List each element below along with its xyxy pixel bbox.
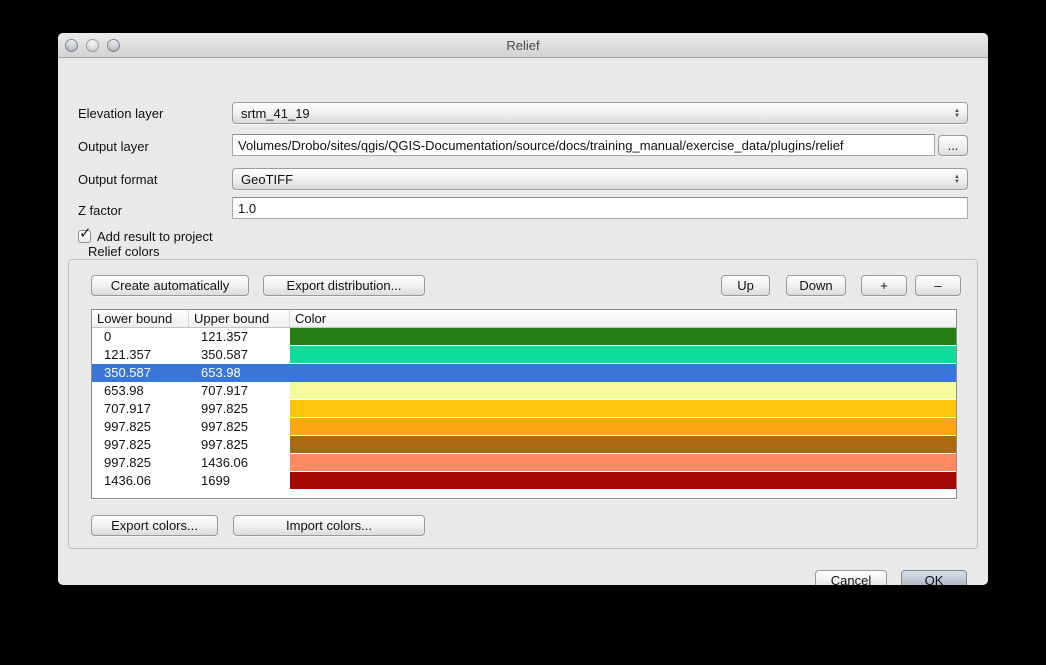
add-result-checkbox-label: Add result to project: [97, 229, 213, 244]
cell-upper-bound[interactable]: 997.825: [189, 400, 290, 418]
relief-dialog: Relief Elevation layer srtm_41_19 ▲▼ Out…: [58, 33, 988, 585]
cell-upper-bound[interactable]: 997.825: [189, 436, 290, 454]
cell-lower-bound[interactable]: 997.825: [92, 454, 189, 472]
cell-color[interactable]: [290, 418, 956, 436]
cell-color[interactable]: [290, 346, 956, 364]
cell-lower-bound[interactable]: 653.98: [92, 382, 189, 400]
cell-color[interactable]: [290, 382, 956, 400]
relief-colors-groupbox: Create automatically Export distribution…: [68, 259, 978, 549]
chevron-up-down-icon: ▲▼: [954, 104, 960, 123]
elevation-layer-value: srtm_41_19: [241, 106, 310, 121]
header-color[interactable]: Color: [290, 310, 956, 327]
cell-color[interactable]: [290, 472, 956, 490]
cell-upper-bound[interactable]: 1436.06: [189, 454, 290, 472]
table-row[interactable]: 121.357350.587: [92, 346, 956, 364]
create-automatically-button[interactable]: Create automatically: [91, 275, 249, 296]
color-swatch[interactable]: [290, 436, 956, 453]
add-result-checkbox[interactable]: ✓ Add result to project: [78, 229, 213, 244]
table-row[interactable]: 997.825997.825: [92, 418, 956, 436]
color-swatch[interactable]: [290, 472, 956, 489]
table-row[interactable]: 1436.061699: [92, 472, 956, 490]
elevation-layer-select[interactable]: srtm_41_19 ▲▼: [232, 102, 968, 124]
remove-row-button[interactable]: –: [915, 275, 961, 296]
output-layer-label: Output layer: [78, 139, 149, 154]
cell-color[interactable]: [290, 436, 956, 454]
table-header-row: Lower bound Upper bound Color: [92, 310, 956, 328]
cancel-button[interactable]: Cancel: [815, 570, 887, 585]
table-row[interactable]: 997.8251436.06: [92, 454, 956, 472]
table-row[interactable]: 350.587653.98: [92, 364, 956, 382]
table-row[interactable]: 0121.357: [92, 328, 956, 346]
header-upper-bound[interactable]: Upper bound: [189, 310, 290, 327]
checkbox-box-icon[interactable]: ✓: [78, 230, 91, 243]
output-format-label: Output format: [78, 172, 157, 187]
cell-color[interactable]: [290, 328, 956, 346]
z-factor-label: Z factor: [78, 203, 122, 218]
elevation-layer-label: Elevation layer: [78, 106, 163, 121]
cell-lower-bound[interactable]: 350.587: [92, 364, 189, 382]
cell-lower-bound[interactable]: 997.825: [92, 436, 189, 454]
output-format-value: GeoTIFF: [241, 172, 293, 187]
color-swatch[interactable]: [290, 418, 956, 435]
cell-upper-bound[interactable]: 1699: [189, 472, 290, 490]
add-row-button[interactable]: +: [861, 275, 907, 296]
color-swatch[interactable]: [290, 328, 956, 345]
z-factor-input[interactable]: [232, 197, 968, 219]
cell-color[interactable]: [290, 454, 956, 472]
checkmark-icon: ✓: [79, 224, 92, 242]
cell-upper-bound[interactable]: 350.587: [189, 346, 290, 364]
ok-button[interactable]: OK: [901, 570, 967, 585]
color-swatch[interactable]: [290, 400, 956, 417]
cell-lower-bound[interactable]: 0: [92, 328, 189, 346]
cell-upper-bound[interactable]: 997.825: [189, 418, 290, 436]
cell-lower-bound[interactable]: 707.917: [92, 400, 189, 418]
color-swatch[interactable]: [290, 382, 956, 399]
output-format-select[interactable]: GeoTIFF ▲▼: [232, 168, 968, 190]
cell-lower-bound[interactable]: 1436.06: [92, 472, 189, 490]
browse-output-button[interactable]: ...: [938, 135, 968, 156]
cell-color[interactable]: [290, 364, 956, 382]
import-colors-button[interactable]: Import colors...: [233, 515, 425, 536]
cell-lower-bound[interactable]: 121.357: [92, 346, 189, 364]
table-row[interactable]: 707.917997.825: [92, 400, 956, 418]
title-bar[interactable]: Relief: [58, 33, 988, 58]
cell-lower-bound[interactable]: 997.825: [92, 418, 189, 436]
color-swatch[interactable]: [290, 346, 956, 363]
row-down-button[interactable]: Down: [786, 275, 846, 296]
window-title: Relief: [58, 38, 988, 53]
output-layer-input[interactable]: [232, 134, 935, 156]
cell-upper-bound[interactable]: 707.917: [189, 382, 290, 400]
relief-colors-group-label: Relief colors: [88, 244, 160, 259]
color-swatch[interactable]: [290, 364, 956, 381]
header-lower-bound[interactable]: Lower bound: [92, 310, 189, 327]
chevron-up-down-icon: ▲▼: [954, 170, 960, 189]
relief-colors-table[interactable]: Lower bound Upper bound Color 0121.35712…: [91, 309, 957, 499]
table-row[interactable]: 653.98707.917: [92, 382, 956, 400]
row-up-button[interactable]: Up: [721, 275, 770, 296]
export-colors-button[interactable]: Export colors...: [91, 515, 218, 536]
cell-upper-bound[interactable]: 653.98: [189, 364, 290, 382]
table-row[interactable]: 997.825997.825: [92, 436, 956, 454]
cell-color[interactable]: [290, 400, 956, 418]
table-body: 0121.357121.357350.587350.587653.98653.9…: [92, 328, 956, 490]
export-distribution-button[interactable]: Export distribution...: [263, 275, 425, 296]
color-swatch[interactable]: [290, 454, 956, 471]
cell-upper-bound[interactable]: 121.357: [189, 328, 290, 346]
